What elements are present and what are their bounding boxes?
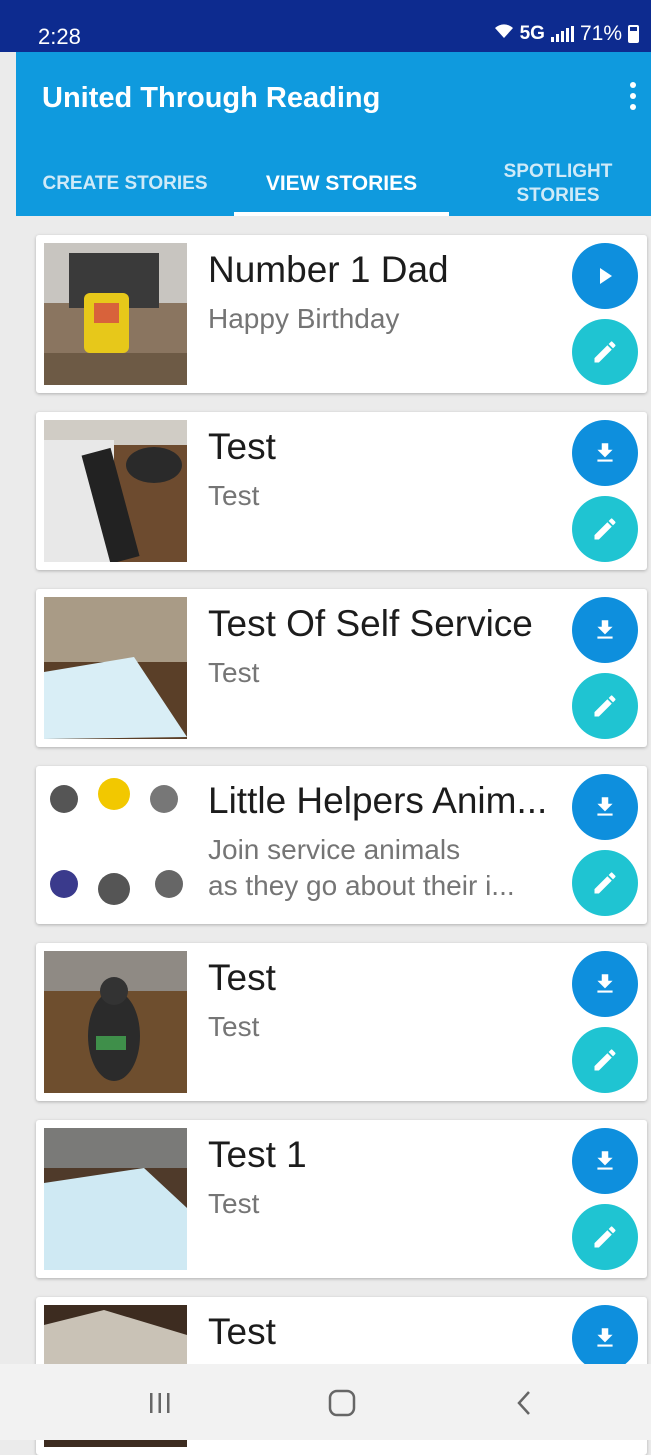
- edit-button[interactable]: [572, 319, 638, 385]
- edit-button[interactable]: [572, 850, 638, 916]
- active-tab-indicator: [234, 212, 449, 216]
- status-time: 2:28: [38, 24, 81, 49]
- tab-label-line1: SPOTLIGHT: [503, 161, 613, 182]
- story-subtitle: Happy Birthday: [208, 301, 560, 337]
- download-icon: [597, 1151, 613, 1170]
- download-icon: [597, 620, 613, 639]
- download-icon: [597, 797, 613, 816]
- home-button[interactable]: [312, 1378, 372, 1428]
- battery-icon: [628, 25, 639, 43]
- story-subtitle: Join service animals as they go about th…: [208, 832, 560, 904]
- story-card[interactable]: Test Of Self Service Test: [36, 589, 647, 747]
- subtitle-line: as they go about their i...: [208, 870, 515, 901]
- story-card[interactable]: Number 1 Dad Happy Birthday: [36, 235, 647, 393]
- signal-icon: [550, 26, 574, 42]
- network-type: 5G: [519, 23, 545, 44]
- download-button[interactable]: [572, 597, 638, 663]
- story-card[interactable]: Test Test: [36, 943, 647, 1101]
- story-subtitle: Test: [208, 1009, 560, 1045]
- story-card[interactable]: Little Helpers Anim... Join service anim…: [36, 766, 647, 924]
- back-icon: [517, 1391, 530, 1415]
- play-icon: [600, 268, 612, 284]
- edit-button[interactable]: [572, 1027, 638, 1093]
- edit-button[interactable]: [572, 1204, 638, 1270]
- story-title: Test: [208, 426, 276, 467]
- subtitle-text: Test: [208, 480, 260, 511]
- edit-button[interactable]: [572, 496, 638, 562]
- story-subtitle: Test: [208, 1186, 560, 1222]
- story-thumbnail: [44, 1128, 187, 1270]
- battery-level: 71%: [579, 22, 622, 45]
- tab-label-line2: STORIES: [516, 185, 600, 206]
- story-thumbnail: [44, 597, 187, 739]
- download-button[interactable]: [572, 951, 638, 1017]
- overflow-menu-icon[interactable]: [625, 82, 641, 110]
- story-title: Number 1 Dad: [208, 249, 449, 290]
- story-title: Test 1: [208, 1134, 307, 1175]
- tab-create-stories[interactable]: CREATE STORIES: [16, 152, 234, 216]
- tab-view-stories[interactable]: VIEW STORIES: [234, 152, 449, 216]
- edit-icon: [594, 872, 616, 894]
- status-bar: 2:28 5G 71%: [0, 0, 651, 52]
- back-button[interactable]: [494, 1378, 554, 1428]
- tab-label: VIEW STORIES: [265, 172, 418, 195]
- story-subtitle: Test: [208, 655, 560, 691]
- story-thumbnail: [44, 951, 187, 1093]
- subtitle-text: Test: [208, 657, 260, 688]
- story-thumbnail: [44, 420, 187, 562]
- download-icon: [597, 443, 613, 462]
- story-card[interactable]: Test 1 Test: [36, 1120, 647, 1278]
- download-button[interactable]: [572, 1305, 638, 1371]
- subtitle-text: Test: [208, 1188, 260, 1219]
- system-nav-bar: [0, 1364, 651, 1440]
- subtitle-text: Happy Birthday: [208, 303, 400, 334]
- download-button[interactable]: [572, 420, 638, 486]
- story-title: Little Helpers Anim...: [208, 780, 548, 821]
- story-card[interactable]: Test Test: [36, 412, 647, 570]
- edit-icon: [594, 1226, 616, 1248]
- subtitle-line: Join service animals: [208, 834, 461, 865]
- play-button[interactable]: [572, 243, 638, 309]
- edit-icon: [594, 695, 616, 717]
- app-title: United Through Reading: [42, 82, 381, 114]
- download-button[interactable]: [572, 774, 638, 840]
- tab-spotlight-stories[interactable]: SPOTLIGHT STORIES: [449, 152, 651, 216]
- download-button[interactable]: [572, 1128, 638, 1194]
- edit-button[interactable]: [572, 673, 638, 739]
- subtitle-text: Test: [208, 1011, 260, 1042]
- recent-apps-button[interactable]: [130, 1378, 190, 1428]
- tab-label: CREATE STORIES: [42, 173, 208, 194]
- edit-icon: [594, 1049, 616, 1071]
- edit-icon: [594, 518, 616, 540]
- story-title: Test: [208, 957, 276, 998]
- app-bar: United Through Reading CREATE STORIES VI…: [16, 52, 651, 216]
- story-thumbnail: [44, 774, 187, 916]
- story-title: Test Of Self Service: [208, 603, 533, 644]
- story-thumbnail: [44, 243, 187, 385]
- edit-icon: [594, 341, 616, 363]
- story-subtitle: Test: [208, 478, 560, 514]
- story-title: Test: [208, 1311, 276, 1352]
- wifi-icon: [494, 22, 514, 46]
- download-icon: [597, 974, 613, 993]
- download-icon: [597, 1328, 613, 1347]
- status-icons: 5G 71%: [494, 22, 639, 46]
- recent-apps-icon: [150, 1393, 170, 1413]
- home-icon: [328, 1389, 356, 1417]
